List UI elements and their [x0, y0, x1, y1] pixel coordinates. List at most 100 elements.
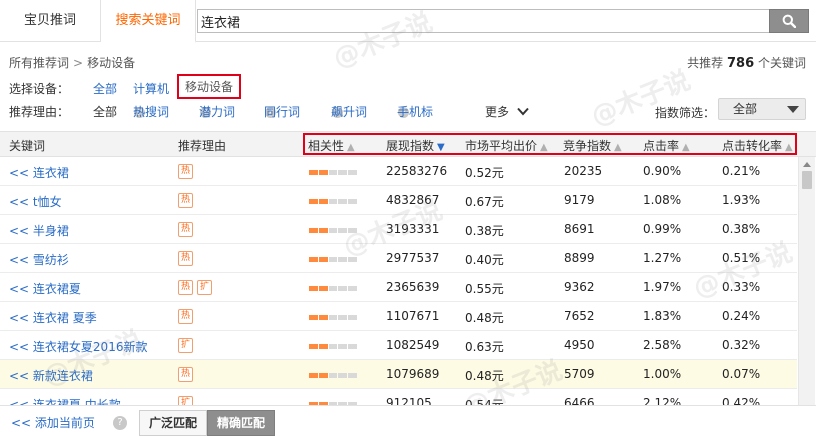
keyword-add-link[interactable]: << 连衣裙	[9, 164, 69, 181]
cell-impr: 1082549	[386, 338, 440, 352]
reason-badge: 扩	[178, 396, 193, 405]
search-button[interactable]	[769, 9, 809, 33]
col-cvr[interactable]: 点击转化率 ▲	[722, 137, 793, 154]
keyword-add-link[interactable]: << 连衣裙 夏季	[9, 309, 97, 326]
table-row[interactable]: << 连衣裙夏 中长款 扩 912105 0.54元 6466 2.12% 0.42%	[0, 389, 797, 405]
device-option-mobile[interactable]: 移动设备	[177, 74, 242, 99]
col-cvr-label: 点击转化率	[722, 139, 783, 153]
keyword-add-link[interactable]: << 连衣裙女夏2016新款	[9, 338, 147, 355]
cell-ctr: 2.12%	[643, 396, 682, 405]
scroll-thumb[interactable]	[802, 171, 812, 189]
table-scrollbar[interactable]	[798, 157, 815, 405]
sort-arrow-icon[interactable]: ▲	[540, 142, 548, 153]
reason-badge: 热	[178, 222, 193, 237]
reason-option-potential[interactable]: 潜力词	[199, 103, 235, 120]
relevance-segment	[348, 315, 357, 320]
cell-impr: 1079689	[386, 367, 440, 381]
reason-option-mobile[interactable]: 手机标	[397, 103, 433, 120]
col-relevance[interactable]: 相关性 ▲	[308, 137, 355, 154]
broad-match-button[interactable]: 广泛匹配	[139, 410, 207, 436]
table-row[interactable]: << 雪纺衫 热 2977537 0.40元 8899 1.27% 0.51%	[0, 244, 797, 273]
col-ctr[interactable]: 点击率 ▲	[643, 137, 690, 154]
reason-badge: 热	[178, 193, 193, 208]
cell-bid: 0.40元	[465, 253, 504, 267]
cell-comp: 9362	[564, 280, 595, 294]
relevance-bar	[309, 373, 357, 378]
reason-option-hot[interactable]: 热搜词	[133, 103, 169, 120]
keyword-add-link[interactable]: << 连衣裙夏	[9, 280, 81, 297]
reason-option-peer[interactable]: 同行词	[264, 103, 300, 120]
cell-comp: 6466	[564, 396, 595, 405]
reason-option-all[interactable]: 全部	[93, 103, 117, 120]
cell-impr: 4832867	[386, 193, 440, 207]
reason-badge: 热	[178, 164, 193, 179]
relevance-segment	[309, 257, 318, 262]
keyword-add-link[interactable]: << t恤女	[9, 193, 62, 210]
more-toggle[interactable]: 更多	[485, 103, 529, 120]
cell-cvr: 0.42%	[722, 396, 761, 405]
table-row[interactable]: << 半身裙 热 3193331 0.38元 8691 0.99% 0.38%	[0, 215, 797, 244]
scroll-up-icon[interactable]	[803, 162, 811, 167]
col-avg-bid[interactable]: 市场平均出价 ▲	[465, 137, 548, 154]
cell-comp: 20235	[564, 164, 603, 178]
exact-match-button[interactable]: 精确匹配	[207, 410, 275, 436]
relevance-bar	[309, 315, 357, 320]
sort-arrow-icon[interactable]: ▲	[614, 142, 622, 153]
col-competition-label: 竞争指数	[563, 139, 612, 153]
keyword-add-link[interactable]: << 半身裙	[9, 222, 69, 239]
table-row[interactable]: << 新款连衣裙 热 1079689 0.48元 5709 1.00% 0.07%	[0, 360, 797, 389]
reason-label: 推荐理由：	[9, 105, 70, 119]
keyword-table: << 连衣裙热 22583276 0.52元 20235 0.90% 0.21% << t恤…	[0, 157, 797, 405]
device-option-computer[interactable]: 计算机	[133, 80, 169, 97]
cell-bid: 0.48元	[465, 311, 504, 325]
tab-search-keywords[interactable]: 搜索关键词	[101, 0, 196, 43]
table-row[interactable]: << 连衣裙 热 22583276 0.52元 20235 0.90% 0.21%	[0, 157, 797, 186]
relevance-bar	[309, 286, 357, 291]
cell-impr: 2977537	[386, 251, 440, 265]
table-row[interactable]: << 连衣裙女夏2016新款 扩 1082549 0.63元 4950 2.58% 0.32…	[0, 331, 797, 360]
keyword-add-link[interactable]: << 雪纺衫	[9, 251, 69, 268]
keyword-add-link[interactable]: << 新款连衣裙	[9, 367, 93, 384]
index-filter-label: 指数筛选：	[655, 106, 716, 120]
table-row[interactable]: << 连衣裙夏 热扩 2365639 0.55元 9362 1.97% 0.33%	[0, 273, 797, 302]
reason-badge: 扩	[197, 280, 212, 295]
breadcrumb-root[interactable]: 所有推荐词	[9, 56, 69, 70]
relevance-segment	[328, 199, 338, 204]
dropdown-arrow-icon	[787, 106, 799, 113]
sort-arrow-icon[interactable]: ▲	[682, 142, 690, 153]
cell-cvr: 0.51%	[722, 251, 761, 265]
keyword-add-link[interactable]: << 连衣裙夏 中长款	[9, 396, 121, 405]
col-impressions[interactable]: 展现指数 ▼	[386, 137, 445, 154]
device-option-all[interactable]: 全部	[93, 80, 117, 97]
relevance-segment	[348, 199, 357, 204]
add-current-page-link[interactable]: << 添加当前页	[11, 414, 95, 431]
reason-badge: 热	[178, 367, 193, 382]
relevance-segment	[348, 170, 357, 175]
sort-down-icon[interactable]: ▼	[437, 142, 445, 153]
relevance-segment	[328, 344, 338, 349]
relevance-segment	[328, 228, 338, 233]
cell-comp: 8691	[564, 222, 595, 236]
cell-bid: 0.55元	[465, 282, 504, 296]
index-filter-select[interactable]: 全部	[718, 98, 806, 120]
relevance-segment	[328, 315, 338, 320]
relevance-bar	[309, 228, 357, 233]
sort-arrow-icon[interactable]: ▲	[347, 142, 355, 153]
help-icon[interactable]: ?	[113, 416, 127, 430]
relevance-bar	[309, 344, 357, 349]
cell-impr: 2365639	[386, 280, 440, 294]
relevance-segment	[328, 373, 338, 378]
relevance-segment	[318, 315, 328, 320]
relevance-segment	[318, 257, 328, 262]
table-row[interactable]: << 连衣裙 夏季 热 1107671 0.48元 7652 1.83% 0.24%	[0, 302, 797, 331]
reason-option-soaring[interactable]: 飙升词	[331, 103, 367, 120]
col-competition[interactable]: 竞争指数 ▲	[563, 137, 622, 154]
tab-item-keywords[interactable]: 宝贝推词	[0, 0, 101, 42]
cell-ctr: 0.90%	[643, 164, 682, 178]
search-input[interactable]	[197, 9, 769, 33]
relevance-segment	[309, 315, 318, 320]
table-row[interactable]: << t恤女 热 4832867 0.67元 9179 1.08% 1.93%	[0, 186, 797, 215]
relevance-segment	[338, 199, 348, 204]
sort-arrow-icon[interactable]: ▲	[785, 142, 793, 153]
index-filter-value: 全部	[733, 102, 758, 116]
